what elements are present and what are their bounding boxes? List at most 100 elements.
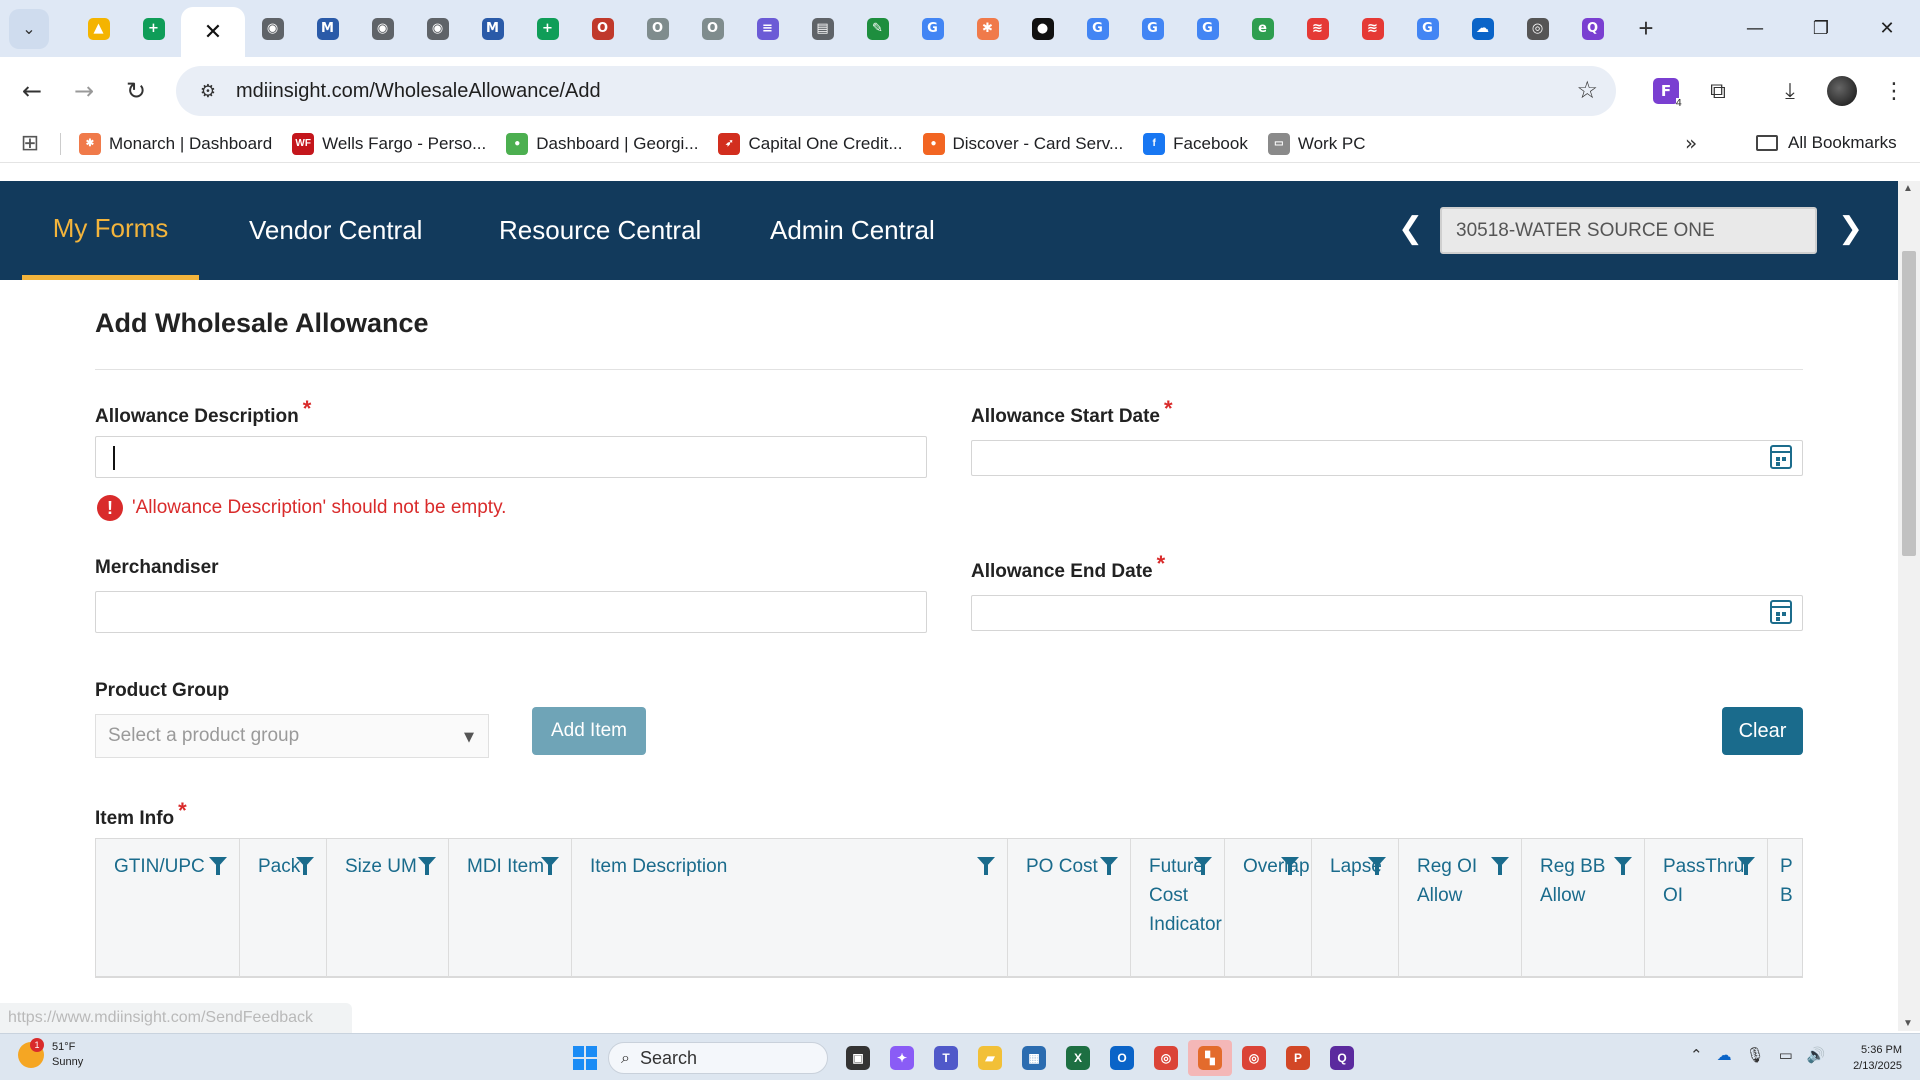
extensions-button[interactable]: ⧉ xyxy=(1692,65,1744,117)
taskbar-app[interactable]: ✦ xyxy=(880,1040,924,1076)
browser-tab[interactable]: e xyxy=(1235,9,1290,49)
filter-icon[interactable] xyxy=(209,857,227,875)
taskbar-app[interactable]: O xyxy=(1100,1040,1144,1076)
browser-tab[interactable]: G xyxy=(1125,9,1180,49)
allowance-end-date-input[interactable] xyxy=(971,595,1803,631)
taskbar-app[interactable]: P xyxy=(1276,1040,1320,1076)
downloads-button[interactable]: ⤓ xyxy=(1764,65,1816,117)
filter-icon[interactable] xyxy=(977,857,995,875)
microphone-icon[interactable]: 🎙 xyxy=(1746,1046,1765,1064)
grid-column-header[interactable]: Future Cost Indicator xyxy=(1131,839,1225,977)
grid-column-header[interactable]: PassThru OI xyxy=(1645,839,1768,977)
grid-column-header[interactable]: P B xyxy=(1768,839,1802,977)
system-clock[interactable]: 5:36 PM 2/13/2025 xyxy=(1832,1042,1902,1074)
browser-tab[interactable]: ✎ xyxy=(850,9,905,49)
browser-tab[interactable]: G xyxy=(1180,9,1235,49)
minimize-button[interactable]: — xyxy=(1722,0,1788,57)
grid-column-header[interactable]: Size UM xyxy=(327,839,449,977)
profile-button[interactable] xyxy=(1816,65,1868,117)
filter-icon[interactable] xyxy=(1100,857,1118,875)
browser-tab[interactable]: ● xyxy=(1015,9,1070,49)
filter-icon[interactable] xyxy=(1281,857,1299,875)
nav-tab-resource-central[interactable]: Resource Central xyxy=(499,181,701,280)
taskbar-app[interactable]: ▰ xyxy=(968,1040,1012,1076)
restore-button[interactable]: ❐ xyxy=(1788,0,1854,57)
allowance-description-input[interactable] xyxy=(95,436,927,478)
grid-column-header[interactable]: PO Cost xyxy=(1008,839,1131,977)
scrollbar-thumb[interactable] xyxy=(1902,251,1916,556)
filter-icon[interactable] xyxy=(1368,857,1386,875)
grid-column-header[interactable]: GTIN/UPC xyxy=(96,839,240,977)
filter-icon[interactable] xyxy=(296,857,314,875)
browser-tab[interactable]: ☁ xyxy=(1455,9,1510,49)
product-group-select[interactable]: Select a product group ▼ xyxy=(95,714,489,758)
browser-tab[interactable]: Q xyxy=(1565,9,1620,49)
grid-column-header[interactable]: Reg OI Allow xyxy=(1399,839,1522,977)
page-scrollbar[interactable]: ▲ ▼ xyxy=(1898,181,1920,1031)
browser-tab[interactable]: O xyxy=(685,9,740,49)
extension-button[interactable]: F 4 xyxy=(1640,65,1692,117)
scroll-down-icon[interactable]: ▼ xyxy=(1903,1018,1913,1029)
browser-tab[interactable]: ▲ xyxy=(71,9,126,49)
nav-tab-my-forms[interactable]: My Forms xyxy=(22,181,199,280)
grid-column-header[interactable]: Lapse xyxy=(1312,839,1399,977)
address-bar[interactable]: ⚙ mdiinsight.com/WholesaleAllowance/Add … xyxy=(176,66,1616,116)
taskbar-app[interactable]: ▣ xyxy=(836,1040,880,1076)
bookmark-item[interactable]: ● Discover - Card Serv... xyxy=(922,132,1123,155)
browser-tab[interactable]: ◉ xyxy=(355,9,410,49)
taskbar-app[interactable]: Q xyxy=(1320,1040,1364,1076)
bookmark-item[interactable]: ✱ Monarch | Dashboard xyxy=(79,132,272,155)
taskbar-app[interactable]: ◎ xyxy=(1232,1040,1276,1076)
filter-icon[interactable] xyxy=(1614,857,1632,875)
taskbar-app[interactable]: T xyxy=(924,1040,968,1076)
tab-search-dropdown[interactable]: ⌄ xyxy=(9,8,49,49)
filter-icon[interactable] xyxy=(418,857,436,875)
browser-tab[interactable]: M xyxy=(300,9,355,49)
reload-button[interactable]: ↻ xyxy=(110,65,162,117)
add-item-button[interactable]: Add Item xyxy=(532,707,646,755)
scroll-up-icon[interactable]: ▲ xyxy=(1903,183,1913,194)
address-url[interactable]: mdiinsight.com/WholesaleAllowance/Add xyxy=(236,80,601,103)
browser-tab[interactable]: M xyxy=(465,9,520,49)
more-bookmarks-icon[interactable]: » xyxy=(1685,131,1697,155)
browser-tab[interactable]: ≋ xyxy=(1345,9,1400,49)
bookmark-item[interactable]: ● Dashboard | Georgi... xyxy=(506,132,698,155)
filter-icon[interactable] xyxy=(541,857,559,875)
browser-tab[interactable]: O xyxy=(630,9,685,49)
allowance-start-date-input[interactable] xyxy=(971,440,1803,476)
calendar-icon[interactable] xyxy=(1770,600,1792,624)
next-account-icon[interactable]: ❯ xyxy=(1838,211,1863,246)
nav-tab-vendor-central[interactable]: Vendor Central xyxy=(249,181,422,280)
filter-icon[interactable] xyxy=(1194,857,1212,875)
browser-tab[interactable]: G xyxy=(905,9,960,49)
grid-column-header[interactable]: Item Description xyxy=(572,839,1008,977)
all-bookmarks-button[interactable]: All Bookmarks xyxy=(1756,133,1897,153)
previous-account-icon[interactable]: ❮ xyxy=(1398,211,1423,246)
clear-button[interactable]: Clear xyxy=(1722,707,1803,755)
grid-column-header[interactable]: Reg BB Allow xyxy=(1522,839,1645,977)
bookmark-item[interactable]: WF Wells Fargo - Perso... xyxy=(292,132,486,155)
browser-tab[interactable]: O xyxy=(575,9,630,49)
site-settings-icon[interactable]: ⚙ xyxy=(184,81,232,102)
grid-column-header[interactable]: Pack xyxy=(240,839,327,977)
taskbar-app[interactable]: ▚ xyxy=(1188,1040,1232,1076)
browser-tab[interactable]: ◉ xyxy=(410,9,465,49)
merchandiser-input[interactable] xyxy=(95,591,927,633)
window-close-button[interactable]: ✕ xyxy=(1854,0,1920,57)
taskbar-app[interactable]: X xyxy=(1056,1040,1100,1076)
volume-icon[interactable]: 🔊 xyxy=(1807,1046,1826,1064)
browser-tab[interactable]: G xyxy=(1070,9,1125,49)
filter-icon[interactable] xyxy=(1491,857,1509,875)
nav-tab-admin-central[interactable]: Admin Central xyxy=(770,181,935,280)
browser-tab[interactable]: ▤ xyxy=(795,9,850,49)
bookmark-star-icon[interactable]: ☆ xyxy=(1576,76,1598,105)
browser-tab[interactable]: + xyxy=(126,9,181,49)
filter-icon[interactable] xyxy=(1737,857,1755,875)
forward-button[interactable]: → xyxy=(58,65,110,117)
account-selector[interactable]: 30518-WATER SOURCE ONE xyxy=(1440,207,1817,254)
bookmark-item[interactable]: ▭ Work PC xyxy=(1267,132,1366,155)
network-icon[interactable]: ▭ xyxy=(1779,1046,1793,1064)
weather-widget[interactable]: 1 51°F Sunny xyxy=(18,1038,83,1070)
grid-column-header[interactable]: MDI Item xyxy=(449,839,572,977)
taskbar-search[interactable]: ⌕ Search xyxy=(608,1042,828,1074)
